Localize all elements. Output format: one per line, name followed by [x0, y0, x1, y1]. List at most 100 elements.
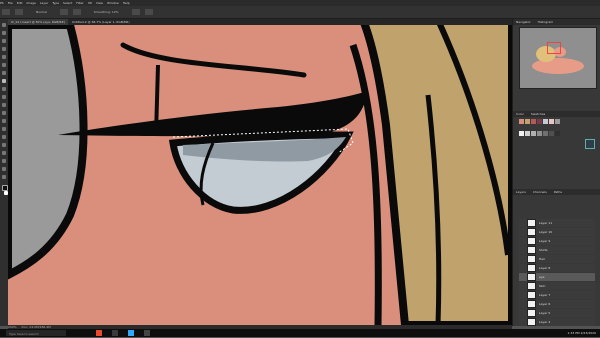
layer-row[interactable]: Layer 9	[519, 237, 595, 245]
menu-window[interactable]: Window	[107, 1, 119, 5]
menu-file[interactable]: File	[8, 1, 13, 5]
layer-name: Layer 4	[539, 320, 551, 324]
gradient-tool-icon[interactable]	[2, 111, 6, 115]
layer-name: Layer 9	[539, 239, 551, 243]
crop-tool-icon[interactable]	[2, 55, 6, 59]
swatch[interactable]	[549, 119, 554, 124]
menu-select[interactable]: Select	[63, 1, 72, 5]
path-select-icon[interactable]	[2, 151, 6, 155]
layer-row[interactable]: Layer 6	[519, 300, 595, 308]
tab-color[interactable]: Color	[516, 112, 524, 116]
swatch[interactable]	[543, 131, 548, 136]
swatch[interactable]	[549, 131, 554, 136]
dodge-tool-icon[interactable]	[2, 127, 6, 131]
pen-tool-icon[interactable]	[2, 135, 6, 139]
menu-view[interactable]: View	[96, 1, 103, 5]
angle-icon[interactable]	[144, 9, 153, 15]
eyedropper-tool-icon[interactable]	[2, 63, 6, 67]
brush-tool-icon[interactable]	[2, 9, 10, 15]
layer-thumbnail	[527, 318, 536, 326]
menu-help[interactable]: Help	[123, 1, 130, 5]
layer-thumbnail	[527, 273, 536, 281]
layer-row[interactable]: Skin	[519, 282, 595, 290]
clock-time[interactable]: 1:33 PM	[568, 331, 580, 335]
app-icon[interactable]	[144, 330, 150, 336]
lasso-tool-icon[interactable]	[2, 39, 6, 43]
blend-mode-select[interactable]: Normal	[36, 10, 47, 14]
navigator-view-box[interactable]	[547, 42, 561, 54]
blur-tool-icon[interactable]	[2, 119, 6, 123]
menu-3d[interactable]: 3D	[88, 1, 92, 5]
layer-thumbnail	[527, 282, 536, 290]
menu-filter[interactable]: Filter	[76, 1, 83, 5]
layer-row[interactable]: Shirts	[519, 246, 595, 254]
layer-name: Layer 5	[539, 311, 551, 315]
tab-layers[interactable]: Layers	[516, 190, 526, 194]
panel-tabs-top: Navigator Histogram	[513, 19, 600, 25]
menu-type[interactable]: Type	[52, 1, 59, 5]
layer-row[interactable]: Layer 5	[519, 309, 595, 317]
navigator-thumbnail	[532, 46, 584, 74]
brush-tool-active-icon[interactable]	[2, 79, 6, 83]
history-brush-icon[interactable]	[2, 95, 6, 99]
swatch[interactable]	[519, 131, 524, 136]
menu-image[interactable]: Image	[26, 1, 35, 5]
layer-row[interactable]: Layer 7	[519, 291, 595, 299]
app-icon[interactable]	[112, 330, 118, 336]
smoothing-control[interactable]: Smoothing: 10%	[94, 10, 119, 14]
magic-wand-tool-icon[interactable]	[2, 47, 6, 51]
flow-icon[interactable]	[72, 9, 81, 15]
tab-paths[interactable]: Paths	[554, 190, 562, 194]
app-icon[interactable]	[96, 330, 102, 336]
shape-tool-icon[interactable]	[2, 159, 6, 163]
photoshop-icon[interactable]	[128, 330, 134, 336]
gear-icon[interactable]	[131, 9, 140, 15]
swatch[interactable]	[555, 131, 560, 136]
menu-layer[interactable]: Layer	[40, 1, 48, 5]
type-tool-icon[interactable]	[2, 143, 6, 147]
navigator-preview[interactable]	[519, 27, 597, 89]
swatch[interactable]	[585, 139, 595, 149]
layer-row[interactable]: Layer 4	[519, 318, 595, 326]
layer-row-active[interactable]: eye	[519, 273, 595, 281]
taskbar-search[interactable]: Type here to search	[6, 330, 66, 336]
tab-channels[interactable]: Channels	[533, 190, 547, 194]
stamp-tool-icon[interactable]	[2, 87, 6, 91]
swatch[interactable]	[543, 119, 548, 124]
eye-illustration	[8, 25, 512, 325]
tab-histogram[interactable]: Histogram	[538, 20, 554, 24]
system-tray: 1:33 PM 2/23/2020	[568, 329, 596, 337]
canvas-artwork[interactable]	[8, 25, 512, 325]
move-tool-icon[interactable]	[2, 23, 6, 27]
marquee-tool-icon[interactable]	[2, 31, 6, 35]
right-panel: Navigator Histogram Color Swatches Layer…	[512, 19, 600, 326]
layer-row[interactable]: Hair	[519, 255, 595, 263]
layers-list: Layer 11 Layer 10 Layer 9 Shirts Hair La…	[519, 219, 595, 327]
swatch[interactable]	[555, 119, 560, 124]
swatch[interactable]	[531, 131, 536, 136]
swatch[interactable]	[519, 119, 524, 124]
menu-edit[interactable]: Edit	[17, 1, 23, 5]
swatch[interactable]	[525, 131, 530, 136]
zoom-tool-icon[interactable]	[2, 175, 6, 179]
healing-tool-icon[interactable]	[2, 71, 6, 75]
layer-row[interactable]: Layer 8	[519, 264, 595, 272]
clock-date[interactable]: 2/23/2020	[581, 331, 596, 335]
opacity-icon[interactable]	[59, 9, 68, 15]
swatch[interactable]	[537, 131, 542, 136]
tab-swatches[interactable]: Swatches	[531, 112, 545, 116]
eraser-tool-icon[interactable]	[2, 103, 6, 107]
layer-row[interactable]: Layer 11	[519, 219, 595, 227]
layer-thumbnail	[527, 309, 536, 317]
swatch[interactable]	[537, 119, 542, 124]
layer-name: Skin	[539, 284, 546, 288]
upper-eyelid	[58, 91, 368, 137]
windows-taskbar: Type here to search 1:33 PM 2/23/2020	[0, 329, 600, 337]
tab-navigator[interactable]: Navigator	[516, 20, 531, 24]
hand-tool-icon[interactable]	[2, 167, 6, 171]
search-placeholder: Type here to search	[9, 332, 39, 336]
swatch[interactable]	[525, 119, 530, 124]
layer-row[interactable]: Layer 10	[519, 228, 595, 236]
swatch[interactable]	[531, 119, 536, 124]
brush-preset-icon[interactable]	[14, 9, 23, 15]
